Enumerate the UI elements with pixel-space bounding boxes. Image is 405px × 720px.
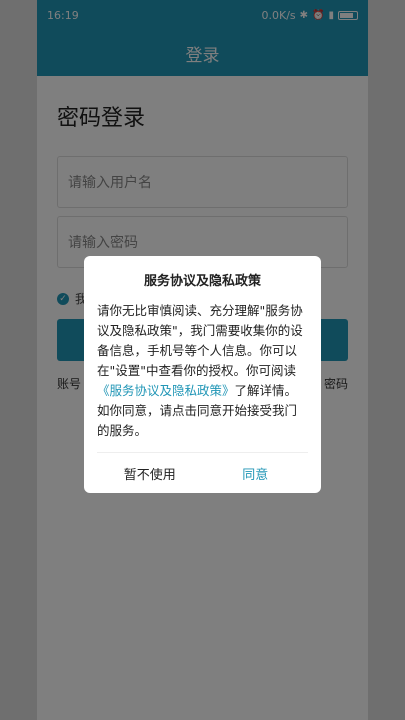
policy-link[interactable]: 《服务协议及隐私政策》 — [97, 383, 235, 398]
dialog-body-text-1: 请你无比审慎阅读、充分理解"服务协议及隐私政策"，我门需要收集你的设备信息，手机… — [97, 303, 303, 378]
agree-button-label: 同意 — [242, 467, 269, 483]
dialog-body: 请你无比审慎阅读、充分理解"服务协议及隐私政策"，我门需要收集你的设备信息，手机… — [97, 301, 308, 441]
reject-button[interactable]: 暂不使用 — [97, 453, 203, 493]
privacy-dialog: 服务协议及隐私政策 请你无比审慎阅读、充分理解"服务协议及隐私政策"，我门需要收… — [84, 256, 321, 493]
agree-button[interactable]: 同意 — [203, 453, 309, 493]
reject-button-label: 暂不使用 — [123, 467, 176, 483]
dialog-actions: 暂不使用 同意 — [97, 452, 308, 493]
dialog-title: 服务协议及隐私政策 — [143, 274, 261, 289]
